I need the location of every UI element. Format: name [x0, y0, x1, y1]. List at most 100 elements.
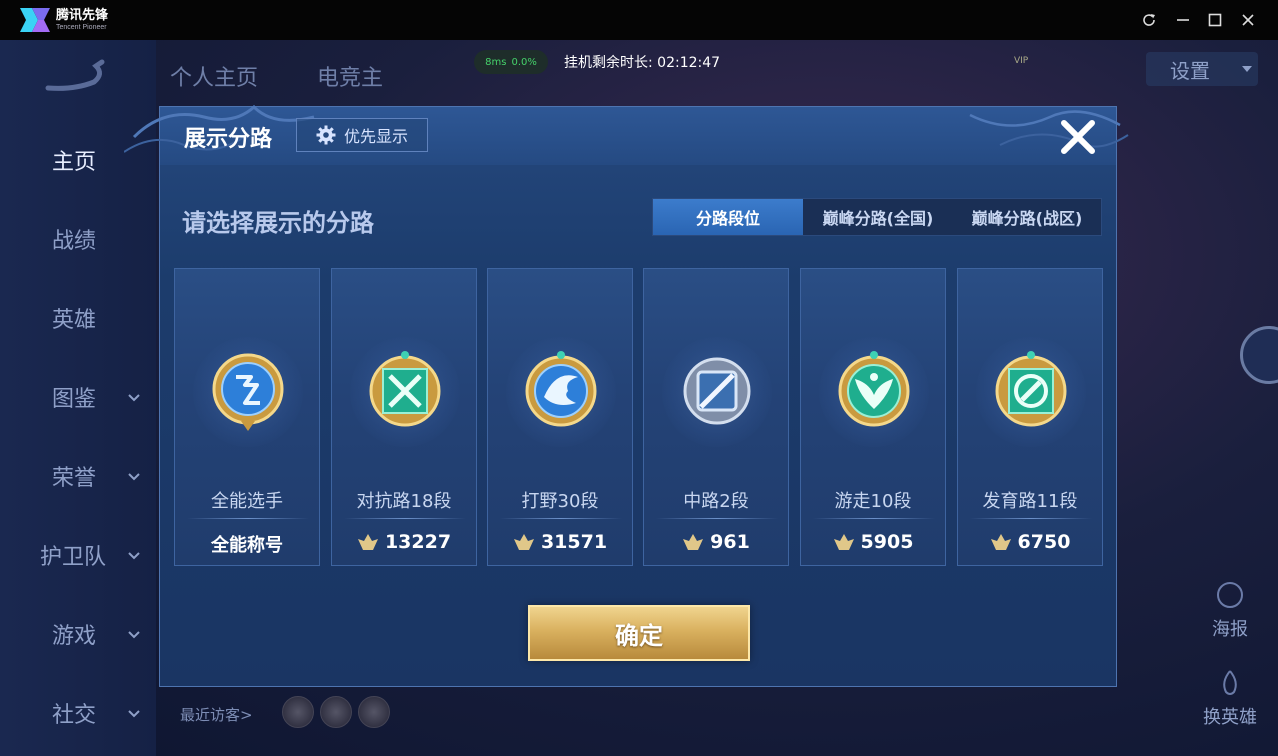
lane-type-tabs: 分路段位 巅峰分路(全国) 巅峰分路(战区) — [652, 198, 1102, 236]
tab-esports[interactable]: 电竞主 — [317, 66, 383, 91]
maximize-button[interactable] — [1205, 10, 1225, 30]
nav-item-guard[interactable]: 护卫队 — [0, 535, 156, 575]
ping-value: 8ms — [485, 56, 507, 68]
lane-score: 13227 — [332, 531, 476, 553]
settings-dropdown[interactable]: 设置 — [1146, 52, 1258, 86]
poster-button[interactable]: 海报 — [1200, 580, 1260, 641]
rank-points-icon — [833, 534, 854, 550]
chevron-down-icon — [128, 552, 140, 560]
tencent-pioneer-logo-icon — [20, 8, 50, 32]
lane-score-value: 6750 — [1017, 531, 1071, 553]
lane-score-value: 5905 — [860, 531, 914, 553]
nav-label: 图鉴 — [52, 387, 97, 412]
avatar[interactable] — [282, 696, 314, 728]
nav-label: 社交 — [52, 703, 97, 728]
nav-item-home[interactable]: 主页 — [0, 140, 156, 180]
nav-label: 主页 — [52, 150, 97, 175]
lane-card-roam[interactable]: 游走10段 5905 — [800, 268, 946, 566]
nav-item-social[interactable]: 社交 — [0, 693, 156, 733]
dialog-title: 展示分路 — [184, 127, 273, 152]
vip-badge: VIP — [1014, 56, 1029, 66]
network-status: 8ms 0.0% — [474, 50, 548, 74]
rank-points-icon — [513, 534, 534, 550]
rank-points-icon — [683, 534, 704, 550]
nav-item-codex[interactable]: 图鉴 — [0, 377, 156, 417]
rank-points-icon — [357, 534, 378, 550]
tab-profile[interactable]: 个人主页 — [170, 66, 258, 91]
nav-label: 英雄 — [52, 308, 97, 333]
window-titlebar: 腾讯先锋 Tencent Pioneer — [0, 0, 1278, 40]
minimize-button[interactable] — [1173, 10, 1193, 30]
divider — [344, 518, 466, 519]
avatar[interactable] — [358, 696, 390, 728]
lane-score-value: 13227 — [384, 531, 452, 553]
lane-score: 6750 — [958, 531, 1102, 553]
lane-card-mid[interactable]: 中路2段 961 — [643, 268, 789, 566]
brand-name-en: Tencent Pioneer — [56, 24, 107, 31]
nav-label: 游戏 — [52, 624, 97, 649]
lane-score-value: 31571 — [540, 531, 608, 553]
lane-score: 961 — [644, 531, 788, 553]
lane-name: 发育路11段 — [982, 491, 1078, 512]
mid-lane-emblem-icon — [683, 357, 751, 425]
lane-card-jungle[interactable]: 打野30段 31571 — [487, 268, 633, 566]
confirm-button[interactable]: 确定 — [528, 605, 750, 661]
lane-cards: 全能选手 全能称号 对抗路18段 13227 打野30段 31571 中路2段 … — [174, 268, 1104, 566]
recent-visitors-link[interactable]: 最近访客> — [180, 704, 253, 725]
poster-label: 海报 — [1212, 619, 1248, 640]
divider — [187, 518, 309, 519]
divider — [970, 518, 1092, 519]
nav-item-heroes[interactable]: 英雄 — [0, 298, 156, 338]
flame-icon — [1223, 670, 1237, 695]
nav-label: 战绩 — [52, 229, 97, 254]
close-dialog-button[interactable] — [1058, 117, 1098, 157]
lane-card-all-round[interactable]: 全能选手 全能称号 — [174, 268, 320, 566]
lane-name: 游走10段 — [834, 491, 912, 512]
confirm-label: 确定 — [615, 621, 663, 650]
gear-icon — [316, 125, 336, 145]
close-window-button[interactable] — [1238, 10, 1258, 30]
minimize-icon — [1177, 19, 1189, 21]
nav-label: 荣誉 — [52, 466, 97, 491]
idle-timer: 挂机剩余时长: 02:12:47 — [564, 55, 721, 71]
rank-points-icon — [990, 534, 1011, 550]
nav-item-games[interactable]: 游戏 — [0, 614, 156, 654]
tab-peak-national[interactable]: 巅峰分路(全国) — [803, 199, 953, 235]
refresh-button[interactable] — [1139, 10, 1159, 30]
left-nav: 主页 战绩 英雄 图鉴 荣誉 护卫队 游戏 社交 — [0, 40, 156, 756]
chevron-down-icon — [128, 710, 140, 718]
chevron-down-icon — [128, 394, 140, 402]
divider — [813, 518, 935, 519]
lane-name: 中路2段 — [683, 491, 749, 512]
chevron-down-icon — [1242, 66, 1252, 72]
nav-item-honor[interactable]: 荣誉 — [0, 456, 156, 496]
settings-label: 设置 — [1170, 58, 1210, 83]
tab-peak-region[interactable]: 巅峰分路(战区) — [953, 199, 1101, 235]
top-nav: 个人主页 电竞主 — [170, 60, 383, 92]
dialog-prompt: 请选择展示的分路 — [182, 209, 374, 237]
brand-name: 腾讯先锋 — [56, 8, 109, 23]
app-brand: 腾讯先锋 Tencent Pioneer — [56, 9, 108, 31]
priority-display-button[interactable]: 优先显示 — [296, 118, 428, 152]
tab-lane-rank[interactable]: 分路段位 — [653, 199, 803, 235]
poster-icon — [1217, 582, 1243, 608]
lane-score-value: 全能称号 — [211, 535, 283, 556]
chevron-down-icon — [128, 473, 140, 481]
lane-score: 全能称号 — [175, 531, 319, 557]
swap-hero-label: 换英雄 — [1203, 707, 1257, 728]
avatar[interactable] — [320, 696, 352, 728]
lane-card-farm[interactable]: 发育路11段 6750 — [957, 268, 1103, 566]
roam-emblem-icon — [838, 351, 910, 427]
divider — [500, 518, 622, 519]
swap-hero-button[interactable]: 换英雄 — [1200, 668, 1260, 729]
lane-score: 5905 — [801, 531, 945, 553]
side-drawer-handle[interactable] — [1240, 326, 1278, 384]
refresh-icon — [1143, 14, 1155, 26]
loss-value: 0.0% — [511, 56, 537, 68]
lane-card-clash[interactable]: 对抗路18段 13227 — [331, 268, 477, 566]
nav-item-record[interactable]: 战绩 — [0, 219, 156, 259]
priority-display-label: 优先显示 — [343, 127, 408, 146]
chevron-down-icon — [128, 631, 140, 639]
lane-name: 打野30段 — [521, 491, 599, 512]
jungle-emblem-icon — [525, 351, 597, 427]
